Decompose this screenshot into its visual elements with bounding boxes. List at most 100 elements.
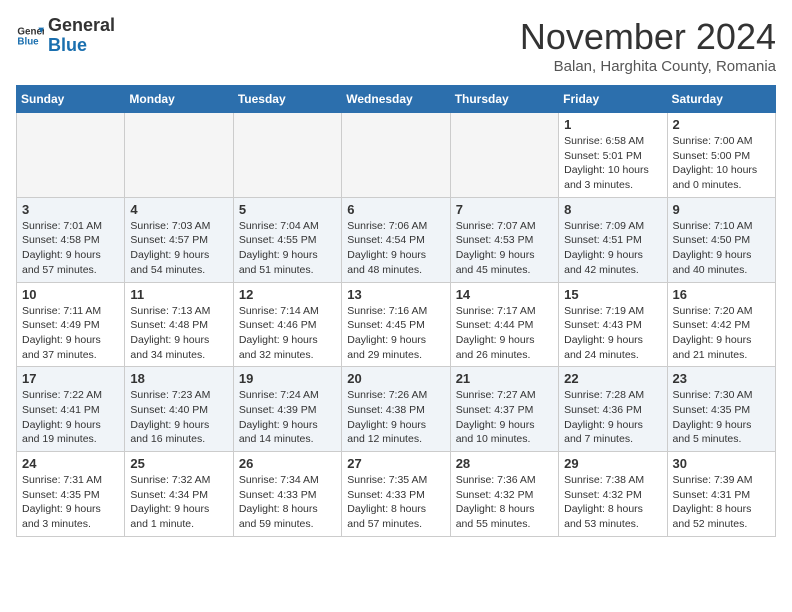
day-info: Sunrise: 7:38 AM Sunset: 4:32 PM Dayligh… (564, 473, 661, 532)
day-info: Sunrise: 7:19 AM Sunset: 4:43 PM Dayligh… (564, 304, 661, 363)
day-info: Sunrise: 7:23 AM Sunset: 4:40 PM Dayligh… (130, 388, 227, 447)
day-info: Sunrise: 7:06 AM Sunset: 4:54 PM Dayligh… (347, 219, 444, 278)
month-title: November 2024 (520, 16, 776, 58)
calendar-cell: 15 Sunrise: 7:19 AM Sunset: 4:43 PM Dayli… (559, 282, 667, 367)
calendar-cell: 17 Sunrise: 7:22 AM Sunset: 4:41 PM Dayli… (17, 367, 125, 452)
day-number: 3 (22, 202, 119, 217)
calendar-cell (450, 113, 558, 198)
title-block: November 2024 Balan, Harghita County, Ro… (520, 16, 776, 75)
day-info: Sunrise: 7:03 AM Sunset: 4:57 PM Dayligh… (130, 219, 227, 278)
svg-text:Blue: Blue (17, 36, 39, 47)
calendar-week-3: 10 Sunrise: 7:11 AM Sunset: 4:49 PM Dayli… (17, 282, 776, 367)
calendar-cell: 5 Sunrise: 7:04 AM Sunset: 4:55 PM Daylig… (233, 197, 341, 282)
calendar-week-4: 17 Sunrise: 7:22 AM Sunset: 4:41 PM Dayli… (17, 367, 776, 452)
calendar-cell: 18 Sunrise: 7:23 AM Sunset: 4:40 PM Dayli… (125, 367, 233, 452)
day-info: Sunrise: 7:30 AM Sunset: 4:35 PM Dayligh… (673, 388, 770, 447)
calendar-cell: 3 Sunrise: 7:01 AM Sunset: 4:58 PM Daylig… (17, 197, 125, 282)
calendar-cell: 26Sunrise: 7:34 AM Sunset: 4:33 PM Dayli… (233, 452, 341, 537)
day-number: 10 (22, 287, 119, 302)
calendar-cell: 13Sunrise: 7:16 AM Sunset: 4:45 PM Dayli… (342, 282, 450, 367)
calendar-cell: 20Sunrise: 7:26 AM Sunset: 4:38 PM Dayli… (342, 367, 450, 452)
weekday-header-thursday: Thursday (450, 86, 558, 113)
calendar-cell (233, 113, 341, 198)
calendar-cell: 10 Sunrise: 7:11 AM Sunset: 4:49 PM Dayli… (17, 282, 125, 367)
day-info: Sunrise: 7:11 AM Sunset: 4:49 PM Dayligh… (22, 304, 119, 363)
day-info: Sunrise: 7:28 AM Sunset: 4:36 PM Dayligh… (564, 388, 661, 447)
calendar-cell: 29 Sunrise: 7:38 AM Sunset: 4:32 PM Dayli… (559, 452, 667, 537)
calendar-cell (125, 113, 233, 198)
day-number: 9 (673, 202, 770, 217)
day-number: 7 (456, 202, 553, 217)
day-number: 18 (130, 371, 227, 386)
calendar-cell: 28 Sunrise: 7:36 AM Sunset: 4:32 PM Dayli… (450, 452, 558, 537)
logo: General Blue GeneralBlue (16, 16, 115, 56)
calendar-cell: 2Sunrise: 7:00 AM Sunset: 5:00 PM Daylig… (667, 113, 775, 198)
day-info: Sunrise: 7:16 AM Sunset: 4:45 PM Dayligh… (347, 304, 444, 363)
day-number: 26 (239, 456, 336, 471)
day-info: Sunrise: 7:10 AM Sunset: 4:50 PM Dayligh… (673, 219, 770, 278)
day-info: Sunrise: 7:07 AM Sunset: 4:53 PM Dayligh… (456, 219, 553, 278)
weekday-header-row: SundayMondayTuesdayWednesdayThursdayFrid… (17, 86, 776, 113)
day-info: Sunrise: 7:04 AM Sunset: 4:55 PM Dayligh… (239, 219, 336, 278)
calendar-cell (17, 113, 125, 198)
day-number: 23 (673, 371, 770, 386)
calendar-body: 1Sunrise: 6:58 AM Sunset: 5:01 PM Daylig… (17, 113, 776, 537)
day-number: 20 (347, 371, 444, 386)
day-number: 25 (130, 456, 227, 471)
weekday-header-wednesday: Wednesday (342, 86, 450, 113)
logo-text: GeneralBlue (48, 16, 115, 56)
day-number: 24 (22, 456, 119, 471)
day-info: Sunrise: 7:36 AM Sunset: 4:32 PM Dayligh… (456, 473, 553, 532)
day-info: Sunrise: 7:17 AM Sunset: 4:44 PM Dayligh… (456, 304, 553, 363)
calendar-cell: 27 Sunrise: 7:35 AM Sunset: 4:33 PM Dayli… (342, 452, 450, 537)
day-info: Sunrise: 7:24 AM Sunset: 4:39 PM Dayligh… (239, 388, 336, 447)
calendar-cell: 16 Sunrise: 7:20 AM Sunset: 4:42 PM Dayli… (667, 282, 775, 367)
day-number: 12 (239, 287, 336, 302)
day-number: 11 (130, 287, 227, 302)
day-number: 17 (22, 371, 119, 386)
calendar-cell (342, 113, 450, 198)
calendar-cell: 1Sunrise: 6:58 AM Sunset: 5:01 PM Daylig… (559, 113, 667, 198)
weekday-header-friday: Friday (559, 86, 667, 113)
calendar-cell: 14Sunrise: 7:17 AM Sunset: 4:44 PM Dayli… (450, 282, 558, 367)
day-info: Sunrise: 7:13 AM Sunset: 4:48 PM Dayligh… (130, 304, 227, 363)
calendar-cell: 4 Sunrise: 7:03 AM Sunset: 4:57 PM Daylig… (125, 197, 233, 282)
day-info: Sunrise: 7:01 AM Sunset: 4:58 PM Dayligh… (22, 219, 119, 278)
day-number: 15 (564, 287, 661, 302)
day-info: Sunrise: 7:35 AM Sunset: 4:33 PM Dayligh… (347, 473, 444, 532)
calendar-cell: 12Sunrise: 7:14 AM Sunset: 4:46 PM Dayli… (233, 282, 341, 367)
page-header: General Blue GeneralBlue November 2024 B… (16, 16, 776, 75)
calendar-cell: 11 Sunrise: 7:13 AM Sunset: 4:48 PM Dayli… (125, 282, 233, 367)
day-info: Sunrise: 7:20 AM Sunset: 4:42 PM Dayligh… (673, 304, 770, 363)
day-info: Sunrise: 7:00 AM Sunset: 5:00 PM Dayligh… (673, 134, 770, 193)
calendar-cell: 21Sunrise: 7:27 AM Sunset: 4:37 PM Dayli… (450, 367, 558, 452)
calendar-week-5: 24 Sunrise: 7:31 AM Sunset: 4:35 PM Dayli… (17, 452, 776, 537)
calendar-cell: 24 Sunrise: 7:31 AM Sunset: 4:35 PM Dayli… (17, 452, 125, 537)
weekday-header-saturday: Saturday (667, 86, 775, 113)
day-number: 29 (564, 456, 661, 471)
weekday-header-sunday: Sunday (17, 86, 125, 113)
day-number: 4 (130, 202, 227, 217)
day-info: Sunrise: 6:58 AM Sunset: 5:01 PM Dayligh… (564, 134, 661, 193)
day-info: Sunrise: 7:31 AM Sunset: 4:35 PM Dayligh… (22, 473, 119, 532)
calendar-cell: 22 Sunrise: 7:28 AM Sunset: 4:36 PM Dayli… (559, 367, 667, 452)
calendar-cell: 30 Sunrise: 7:39 AM Sunset: 4:31 PM Dayli… (667, 452, 775, 537)
calendar-cell: 25 Sunrise: 7:32 AM Sunset: 4:34 PM Dayli… (125, 452, 233, 537)
day-number: 22 (564, 371, 661, 386)
calendar-week-1: 1Sunrise: 6:58 AM Sunset: 5:01 PM Daylig… (17, 113, 776, 198)
calendar-cell: 9 Sunrise: 7:10 AM Sunset: 4:50 PM Daylig… (667, 197, 775, 282)
day-info: Sunrise: 7:32 AM Sunset: 4:34 PM Dayligh… (130, 473, 227, 532)
day-number: 27 (347, 456, 444, 471)
day-number: 5 (239, 202, 336, 217)
day-number: 16 (673, 287, 770, 302)
location-subtitle: Balan, Harghita County, Romania (520, 58, 776, 75)
calendar-cell: 23 Sunrise: 7:30 AM Sunset: 4:35 PM Dayli… (667, 367, 775, 452)
day-number: 8 (564, 202, 661, 217)
calendar-cell: 8Sunrise: 7:09 AM Sunset: 4:51 PM Daylig… (559, 197, 667, 282)
day-number: 30 (673, 456, 770, 471)
calendar-table: SundayMondayTuesdayWednesdayThursdayFrid… (16, 85, 776, 537)
day-info: Sunrise: 7:22 AM Sunset: 4:41 PM Dayligh… (22, 388, 119, 447)
day-number: 28 (456, 456, 553, 471)
weekday-header-tuesday: Tuesday (233, 86, 341, 113)
day-info: Sunrise: 7:39 AM Sunset: 4:31 PM Dayligh… (673, 473, 770, 532)
